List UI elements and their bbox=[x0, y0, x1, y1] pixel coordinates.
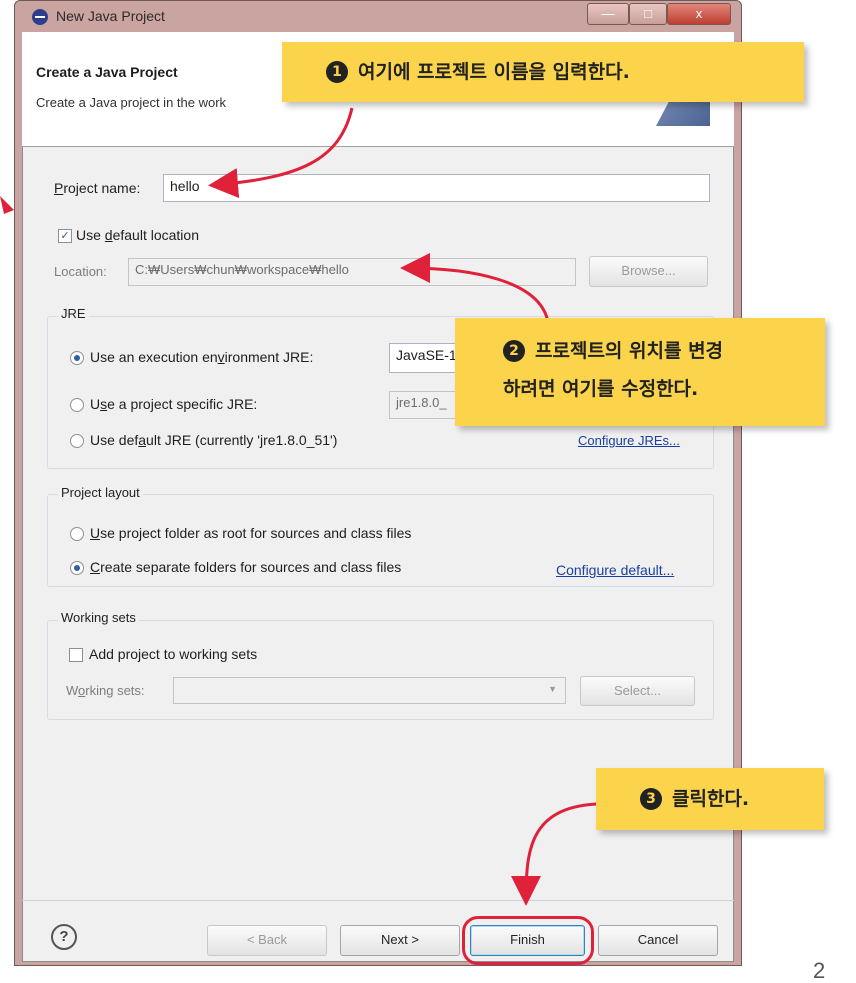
callout-2-number: 2 bbox=[503, 340, 525, 362]
annotation-arrows bbox=[0, 107, 597, 906]
callout-3-number: 3 bbox=[640, 788, 662, 810]
callout-1-number: 1 bbox=[326, 61, 348, 83]
callout-3-text: 클릭한다. bbox=[672, 788, 750, 810]
callout-2-line2: 하려면 여기를 수정한다. bbox=[503, 378, 699, 400]
callout-3: 3 클릭한다. bbox=[596, 768, 824, 830]
arrow-to-finish bbox=[511, 802, 597, 906]
callout-1-text: 여기에 프로젝트 이름을 입력한다. bbox=[358, 61, 630, 83]
arrow-to-project-name bbox=[208, 107, 354, 198]
callout-1: 1 여기에 프로젝트 이름을 입력한다. bbox=[282, 42, 804, 102]
callout-2: 2 프로젝트의 위치를 변경 하려면 여기를 수정한다. bbox=[455, 318, 825, 426]
callout-2-line1: 프로젝트의 위치를 변경 bbox=[535, 340, 724, 362]
stray-arrowhead bbox=[0, 196, 14, 214]
arrow-to-location bbox=[400, 253, 550, 323]
